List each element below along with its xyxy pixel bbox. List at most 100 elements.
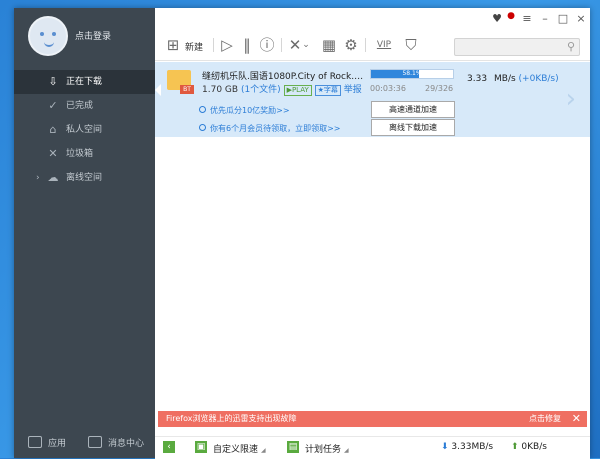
apps-icon [28, 436, 42, 448]
check-circle-icon: ✓ [48, 99, 58, 112]
progress-text: 58.1% [402, 70, 422, 77]
avatar-mouth [44, 40, 54, 47]
avatar[interactable] [28, 16, 68, 56]
subtitle-button[interactable]: ★字幕 [314, 85, 341, 96]
download-speed-status: ⬇ 3.33MB/s [441, 442, 493, 452]
sidebar-item-label: 已完成 [66, 101, 94, 111]
upload-speed-status: ⬆ 0KB/s [511, 442, 547, 452]
delete-dropdown-icon[interactable]: ⌄ [301, 36, 311, 54]
toolbar: ⊞ 新建 ▷ ‖ ⓘ ✕ ⌄ ▦ ⚙ VIP ⛉ ⚲ [155, 32, 590, 58]
pause-icon[interactable]: ‖ [239, 36, 255, 54]
piece-count: 29/326 [425, 84, 454, 93]
avatar-eye [52, 32, 56, 36]
subtitle-label: 字幕 [323, 86, 338, 94]
dropdown-icon: ◢ [344, 447, 349, 454]
custom-speed-button[interactable]: 自定义限速 ◢ [213, 442, 266, 455]
upload-arrow-icon: ⬆ [511, 442, 519, 452]
task-name: 缝纫机乐队.国语1080P.City of Rock.2017... [202, 72, 364, 82]
lock-icon: ⌂ [49, 123, 57, 136]
chevron-right-icon[interactable]: › [36, 166, 40, 190]
notice-bar: Firefox浏览器上的迅雷支持出现故障 点击修复 ✕ [158, 411, 587, 427]
promo-link-member[interactable]: 你有6个月会员待领取，立即领取>> [199, 123, 341, 134]
sidebar-item-label: 私人空间 [66, 125, 103, 135]
sidebar-item-trash[interactable]: ✕ 垃圾箱 [14, 142, 155, 166]
report-link[interactable]: 举报 [344, 85, 362, 95]
close-icon[interactable]: × [574, 12, 588, 26]
bt-folder-icon: BT [167, 70, 194, 94]
accelerate-button[interactable]: 高速通道加速 [371, 101, 455, 118]
download-arrow-icon: ⬇ [441, 442, 449, 452]
bullet-icon [199, 124, 206, 131]
speed-detail: MB/s (+0KB/s) [494, 74, 559, 84]
elapsed-time: 00:03:36 [370, 84, 406, 93]
play-button[interactable]: ▶PLAY [283, 85, 312, 96]
apps-label: 应用 [48, 439, 67, 449]
vip-button[interactable]: VIP [371, 36, 397, 54]
start-icon[interactable]: ▷ [219, 36, 235, 54]
message-icon [88, 436, 102, 448]
settings-icon[interactable]: ⚙ [343, 36, 359, 54]
sidebar-item-label: 垃圾箱 [66, 149, 94, 159]
toolbar-divider-line [155, 60, 590, 61]
sidebar-item-completed[interactable]: ✓ 已完成 [14, 94, 155, 118]
speed-limit-icon: ▣ [195, 441, 207, 453]
sidebar: 点击登录 ⇩ 正在下载 ✓ 已完成 ⌂ 私人空间 ✕ 垃圾箱 › ☁ 离线空间 [14, 8, 155, 458]
plan-task-button[interactable]: 计划任务 ◢ [305, 442, 349, 455]
grid-icon[interactable]: ▦ [321, 36, 337, 54]
new-task-button[interactable]: 新建 [185, 40, 203, 53]
toolbar-divider [213, 38, 214, 52]
task-meta: 1.70 GB (1个文件) ▶PLAY ★字幕 举报 [202, 82, 362, 96]
download-icon: ⇩ [48, 75, 58, 88]
dropdown-icon: ◢ [261, 447, 266, 454]
status-bar: ‹ ▣ 自定义限速 ◢ ▤ 计划任务 ◢ ⬇ 3.33MB/s ⬆ 0KB/s [155, 436, 590, 459]
sidebar-item-offline-space[interactable]: › ☁ 离线空间 [14, 166, 155, 190]
login-link[interactable]: 点击登录 [75, 29, 111, 42]
notification-dot-icon: ● [507, 11, 515, 21]
promo-link-reward[interactable]: 优先瓜分10亿奖励>> [199, 105, 290, 116]
up-speed-value: 0KB/s [521, 442, 547, 452]
info-icon[interactable]: ⓘ [259, 36, 275, 54]
sidebar-item-private-space[interactable]: ⌂ 私人空间 [14, 118, 155, 142]
minimize-icon[interactable]: – [538, 12, 552, 26]
trash-icon: ✕ [48, 147, 58, 160]
task-size: 1.70 GB [202, 85, 239, 95]
skin-icon[interactable]: ♥ [490, 12, 504, 26]
fix-link[interactable]: 点击修复 [529, 411, 561, 427]
task-row[interactable]: BT 缝纫机乐队.国语1080P.City of Rock.2017... 1.… [155, 62, 590, 137]
sidebar-nav: ⇩ 正在下载 ✓ 已完成 ⌂ 私人空间 ✕ 垃圾箱 › ☁ 离线空间 [14, 70, 155, 190]
message-center-button[interactable]: 消息中心 [88, 436, 144, 449]
message-center-label: 消息中心 [108, 439, 145, 449]
sidebar-item-label: 离线空间 [66, 173, 103, 183]
file-count-link[interactable]: (1个文件) [241, 85, 281, 95]
sidebar-item-label: 正在下载 [66, 77, 103, 87]
plan-task-icon: ▤ [287, 441, 299, 453]
custom-speed-label: 自定义限速 [213, 445, 259, 455]
maximize-icon[interactable]: □ [556, 12, 570, 26]
promo-text: 你有6个月会员待领取，立即领取>> [210, 124, 341, 133]
new-task-icon[interactable]: ⊞ [165, 36, 181, 54]
offline-accelerate-button[interactable]: 离线下载加速 [371, 119, 455, 136]
collapse-icon[interactable]: ‹ [163, 441, 175, 453]
app-window: 点击登录 ⇩ 正在下载 ✓ 已完成 ⌂ 私人空间 ✕ 垃圾箱 › ☁ 离线空间 [14, 8, 590, 459]
search-input[interactable]: ⚲ [454, 38, 580, 56]
menu-icon[interactable]: ≡ [520, 12, 534, 26]
bt-badge: BT [180, 85, 194, 94]
notice-text: Firefox浏览器上的迅雷支持出现故障 [166, 414, 297, 423]
bullet-icon [199, 106, 206, 113]
selection-arrow [155, 84, 161, 96]
search-icon: ⚲ [566, 40, 575, 53]
avatar-eye [40, 32, 44, 36]
toolbar-divider [365, 38, 366, 52]
sidebar-bottom: 应用 消息中心 [14, 428, 155, 458]
toolbar-divider [281, 38, 282, 52]
sidebar-item-downloading[interactable]: ⇩ 正在下载 [14, 70, 155, 94]
gift-icon[interactable]: ⛉ [403, 36, 419, 54]
down-speed-value: 3.33MB/s [451, 442, 494, 452]
download-speed: 3.33 [467, 74, 488, 84]
chevron-right-icon[interactable]: › [566, 86, 576, 112]
speed-unit: MB/s [494, 74, 516, 84]
cloud-icon: ☁ [47, 171, 59, 184]
close-icon[interactable]: ✕ [572, 411, 581, 427]
apps-button[interactable]: 应用 [28, 436, 66, 449]
progress-bar: 58.1% [370, 69, 454, 79]
